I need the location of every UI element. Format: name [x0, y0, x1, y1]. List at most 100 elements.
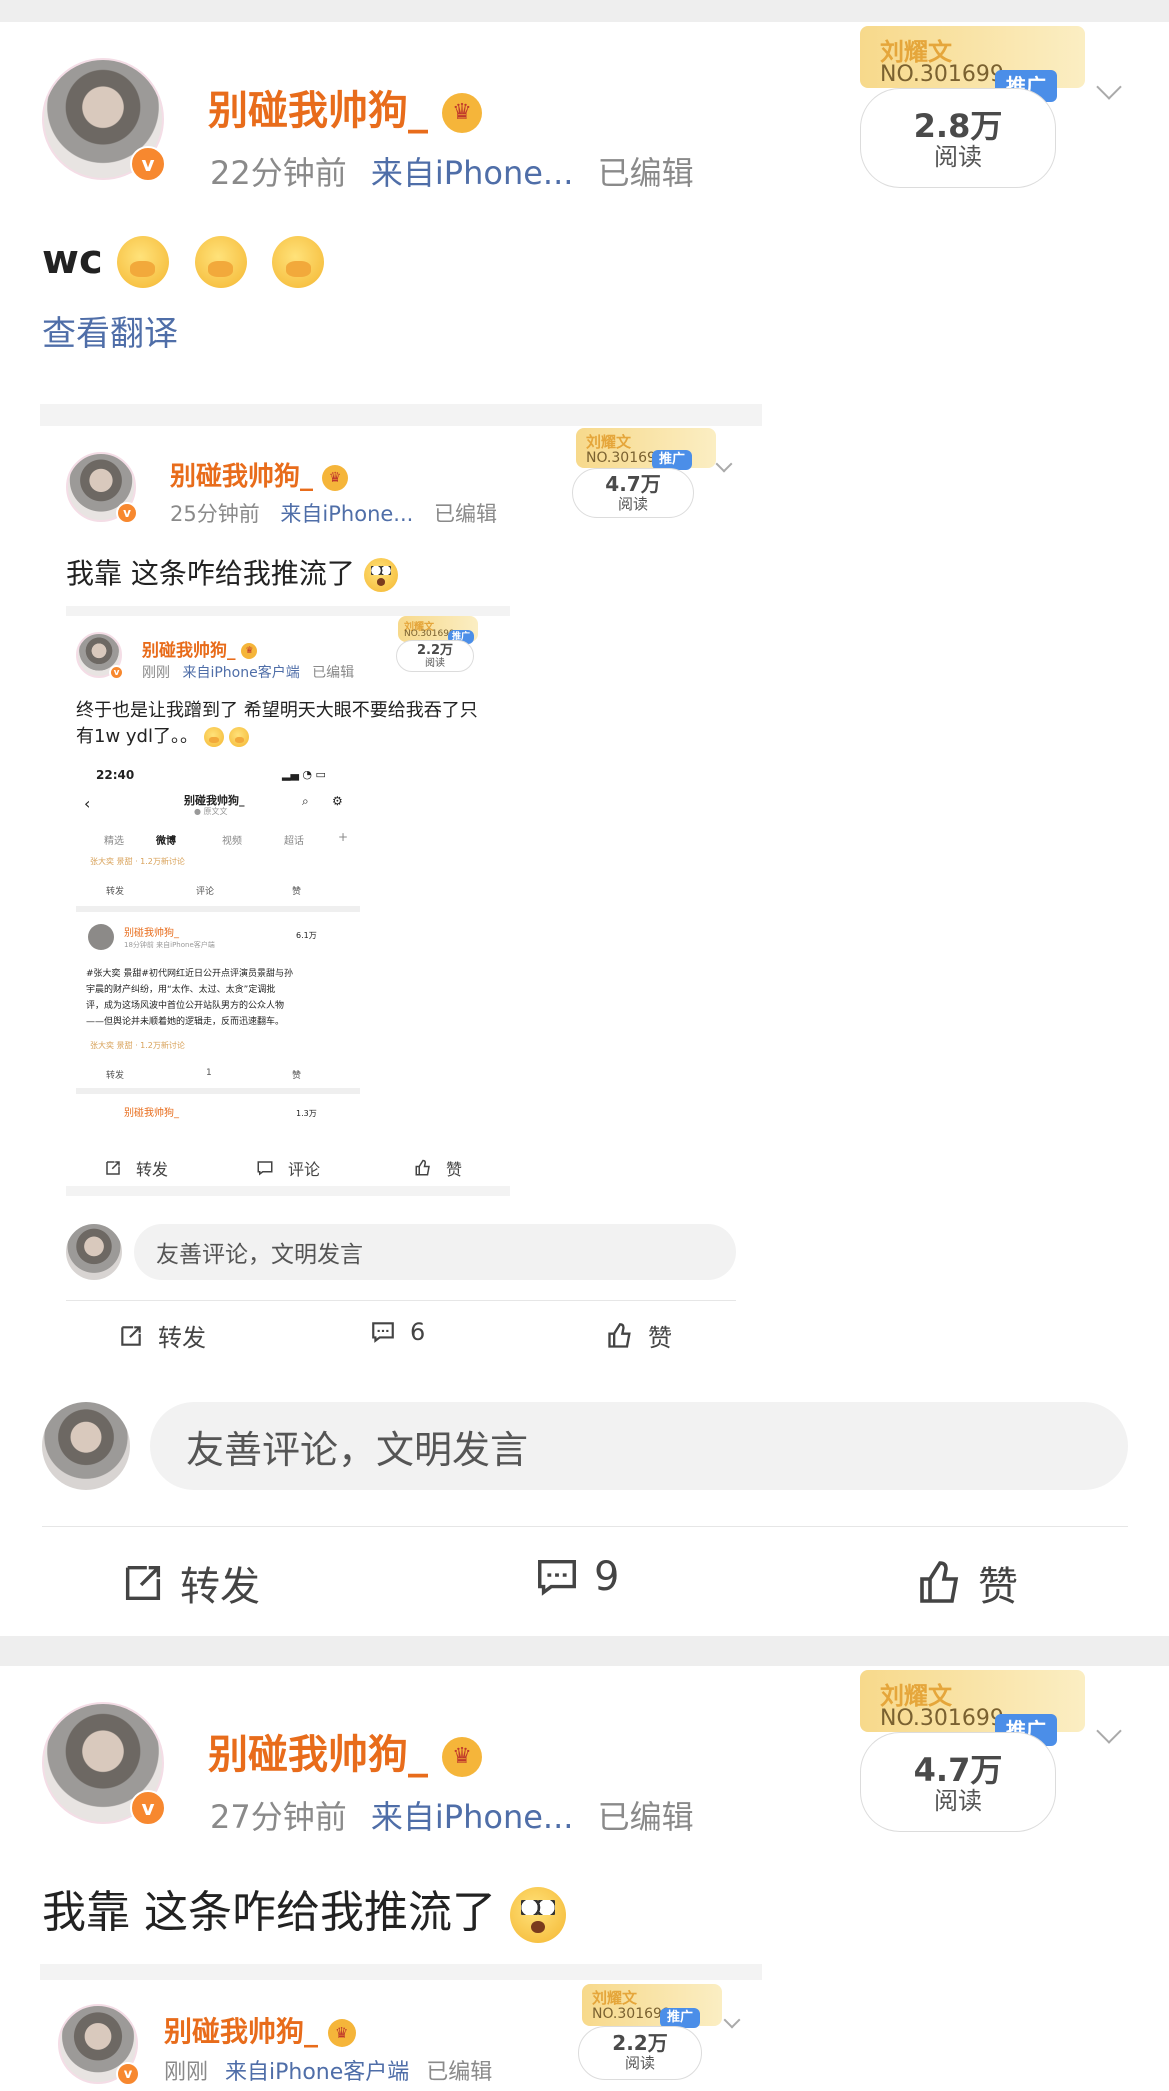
read-count: 4.7万 — [605, 472, 661, 496]
avatar[interactable]: v — [76, 632, 124, 680]
read-count-pill: 2.2万 阅读 — [396, 640, 474, 672]
avatar[interactable] — [66, 1224, 122, 1280]
promo-no: NO.301699 — [592, 2006, 671, 2022]
read-count: 6.1万 — [296, 931, 317, 940]
read-count-pill: 4.7万 阅读 — [860, 1732, 1056, 1832]
action-label: 赞 — [292, 887, 302, 897]
read-count: 2.8万 — [913, 107, 1003, 145]
chevron-down-icon[interactable] — [1096, 74, 1122, 100]
avatar[interactable]: v — [66, 452, 138, 524]
repost-icon — [125, 1565, 161, 1601]
repost-frame-top — [40, 404, 762, 426]
avatar[interactable] — [42, 1402, 130, 1490]
verified-badge-icon: v — [130, 146, 166, 182]
username[interactable]: 别碰我帅狗_ ♛ — [208, 78, 482, 136]
promo-name: 刘耀文 — [592, 1989, 638, 2007]
post-source[interactable]: 来自iPhone客户端 — [225, 2060, 409, 2085]
post-source[interactable]: 来自iPhone... — [371, 154, 574, 192]
post-text-line: 宇晨的财产纠纷，用“太作、太过、太贪”定调批 — [86, 985, 276, 995]
verified-badge-icon: v — [130, 1790, 166, 1826]
edited-label[interactable]: 已编辑 — [312, 665, 354, 681]
verified-badge-icon: v — [116, 502, 138, 524]
repost-button[interactable]: 转发 — [118, 1318, 206, 1353]
post-text-line: ——但舆论并未顺着她的逻辑走，反而迅速翻车。 — [86, 1017, 285, 1027]
post-text: wc — [42, 236, 325, 288]
username[interactable]: 别碰我帅狗_ ♛ — [142, 636, 258, 661]
comment-input[interactable]: 友善评论，文明发言 — [150, 1402, 1128, 1490]
read-label: 阅读 — [425, 658, 445, 669]
post-source[interactable]: 来自iPhone客户端 — [182, 665, 299, 681]
translate-link[interactable]: 查看翻译 — [42, 306, 178, 355]
promo-tag: 推广 — [652, 450, 692, 470]
post-meta: 27分钟前 来自iPhone... 已编辑 — [210, 1792, 708, 1838]
divider — [42, 1526, 1128, 1527]
cover-mouth-emoji-icon — [229, 727, 250, 747]
promo-widget[interactable]: 刘耀文 NO.301699 推广 4.7万 阅读 — [860, 1670, 1090, 1832]
read-count: 2.2万 — [416, 643, 454, 658]
comment-button[interactable]: 9 — [534, 1554, 619, 1600]
repost-button[interactable]: 转发 — [120, 1554, 260, 1612]
cover-mouth-emoji-icon — [116, 236, 169, 288]
shocked-emoji-icon — [363, 558, 398, 592]
username[interactable]: 别碰我帅狗_ ♛ — [170, 456, 349, 493]
chevron-down-icon[interactable] — [1096, 1718, 1122, 1744]
username[interactable]: 别碰我帅狗_ ♛ — [164, 2010, 356, 2050]
post-time: 刚刚 — [142, 665, 170, 681]
promo-widget[interactable]: 刘耀文 NO.301699 推广 2.2万 阅读 — [578, 1984, 738, 2084]
comment-icon — [372, 1322, 394, 1343]
comment-icon — [257, 1161, 273, 1176]
read-count: 4.7万 — [913, 1751, 1003, 1789]
post-meta: 18分钟前 来自iPhone客户端 — [124, 941, 215, 949]
read-count-pill: 2.2万 阅读 — [578, 2026, 702, 2080]
read-count: 2.2万 — [612, 2031, 668, 2055]
repost-frame-top — [40, 1964, 762, 1980]
comment-input[interactable]: 友善评论，文明发言 — [134, 1224, 736, 1280]
promo-widget[interactable]: 刘耀文 NO.301699 推广 4.7万 阅读 — [572, 428, 732, 518]
promo-name: 刘耀文 — [586, 433, 632, 451]
verified-badge-icon: v — [109, 665, 124, 680]
comment-button[interactable]: 6 — [370, 1318, 425, 1346]
post-text-line: 有1w ydl了。。 — [76, 722, 250, 748]
post-time: 刚刚 — [164, 2060, 209, 2085]
action-label: 转发 — [106, 1071, 125, 1081]
like-button[interactable]: 赞 — [916, 1554, 1018, 1612]
cover-mouth-emoji-icon — [194, 236, 247, 288]
post-text-line: #张大奕 景甜#初代网红近日公开点评演员景甜与孙 — [86, 969, 293, 979]
repost-button[interactable]: 转发 — [104, 1156, 168, 1180]
read-count: 1.3万 — [296, 1109, 317, 1118]
tab: 微博 — [156, 836, 176, 847]
embedded-screenshot[interactable]: 22:40 ▂▄ ◔ ▭ ‹ 别碰我帅狗_ ● 原文文 ⌕ ⚙ 精选 微博 视频… — [76, 762, 360, 1134]
username: 别碰我帅狗_ — [124, 1108, 179, 1119]
like-button[interactable]: 赞 — [606, 1318, 672, 1353]
cover-mouth-emoji-icon — [272, 236, 325, 288]
read-count-pill: 4.7万 阅读 — [572, 468, 694, 518]
edited-label[interactable]: 已编辑 — [598, 154, 694, 192]
username: 别碰我帅狗_ — [124, 928, 179, 939]
like-button[interactable]: 赞 — [414, 1156, 462, 1180]
post-meta: 刚刚 来自iPhone客户端 已编辑 — [142, 662, 368, 682]
promo-widget[interactable]: 刘耀文 NO.301699 推广 2.2万 阅读 — [396, 616, 496, 672]
avatar[interactable]: v — [58, 2004, 140, 2086]
avatar[interactable]: v — [42, 1702, 166, 1826]
crown-icon: ♛ — [327, 2019, 356, 2047]
tab: 视频 — [222, 836, 242, 847]
edited-label[interactable]: 已编辑 — [434, 502, 497, 526]
edited-label[interactable]: 已编辑 — [598, 1798, 694, 1836]
username[interactable]: 别碰我帅狗_ ♛ — [208, 1722, 482, 1780]
post-source[interactable]: 来自iPhone... — [371, 1798, 574, 1836]
comment-button[interactable]: 评论 — [256, 1156, 320, 1180]
divider — [66, 1300, 736, 1301]
tab: 精选 — [104, 836, 124, 847]
post-time: 25分钟前 — [170, 502, 260, 526]
read-label: 阅读 — [934, 143, 982, 171]
post-source[interactable]: 来自iPhone... — [280, 502, 413, 526]
post-separator — [0, 1636, 1169, 1666]
avatar[interactable]: v — [42, 58, 166, 182]
promo-no: NO.301699 — [880, 1706, 1004, 1731]
promo-widget[interactable]: 刘耀文 NO.301699 推广 2.8万 阅读 — [860, 26, 1090, 188]
back-icon: ‹ — [84, 794, 91, 813]
edited-label[interactable]: 已编辑 — [426, 2060, 492, 2085]
promo-no: NO.301699 — [880, 62, 1004, 87]
tab: 超话 — [284, 836, 304, 847]
crown-icon: ♛ — [441, 1737, 482, 1777]
